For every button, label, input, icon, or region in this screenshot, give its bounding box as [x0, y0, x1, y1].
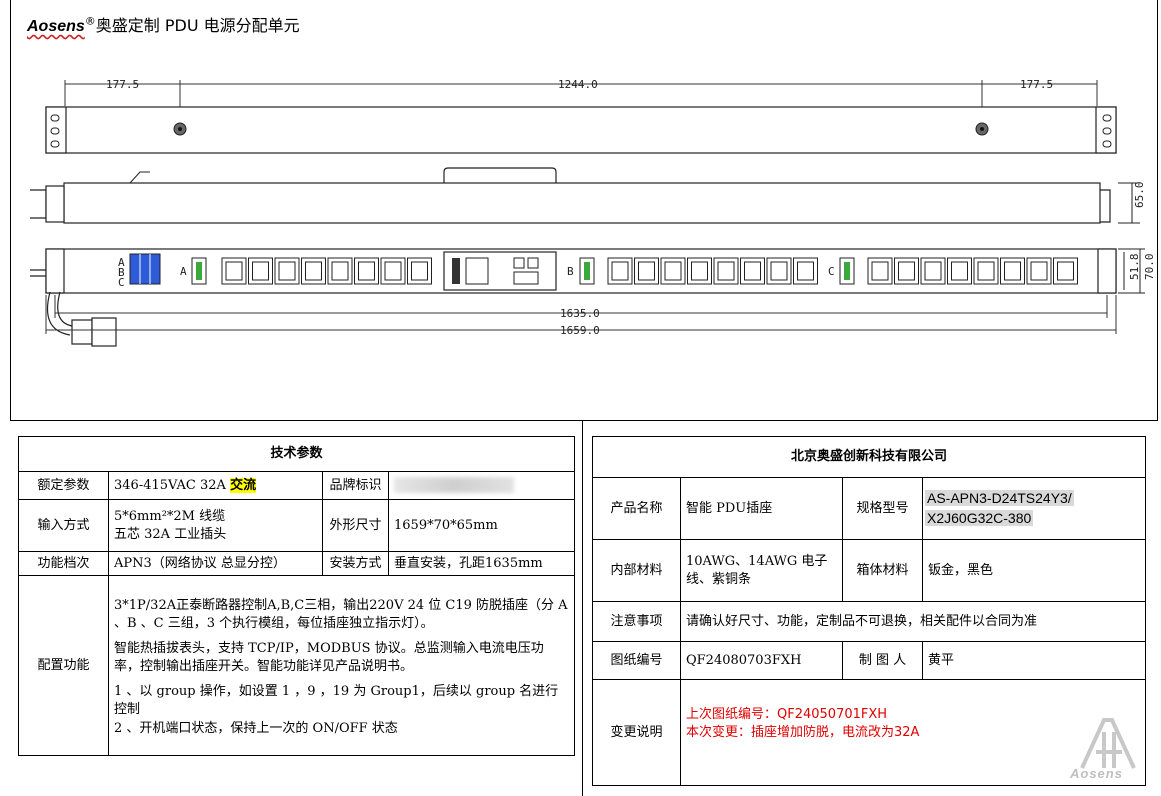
- technical-drawing: 177.5 1244.0 177.5 65.0 A B C A B C 51.8…: [30, 78, 1156, 347]
- model-line1: AS-APN3-D24TS24Y3/: [925, 489, 1074, 506]
- phase-label-c-top: C: [118, 276, 125, 289]
- input-label: 输入方式: [18, 499, 109, 552]
- input-line2: 五芯 32A 工业插头: [114, 526, 227, 542]
- company-title: 北京奥盛创新科技有限公司: [591, 436, 1147, 478]
- c19-outlets: [221, 257, 1078, 285]
- spec-title: 技术参数: [17, 436, 576, 472]
- case-value: 钣金，黑色: [921, 539, 1147, 602]
- maker-label: 制 图 人: [842, 641, 923, 680]
- spec-table: 技术参数 额定参数 346-415VAC 32A 交流 品牌标识 输入方式 5*…: [17, 436, 576, 756]
- product-value: 智能 PDU插座: [680, 477, 843, 540]
- company-table: 北京奥盛创新科技有限公司 产品名称 智能 PDU插座 规格型号 AS-APN3-…: [591, 436, 1147, 786]
- brand-label: 品牌标识: [322, 471, 389, 500]
- config-p1: 3*1P/32A正泰断路器控制A,B,C三相，输出220V 24 位 C19 防…: [114, 598, 568, 631]
- model-label: 规格型号: [842, 477, 923, 540]
- dim-width-a: 51.8: [1128, 254, 1141, 281]
- dim-total-length: 1659.0: [560, 324, 600, 337]
- config-p3: 1 、以 group 操作，如设置 1 ，9 ，19 为 Group1，后续以 …: [114, 684, 559, 717]
- dim-center-span: 1244.0: [558, 78, 598, 91]
- rated-ac: 交流: [230, 477, 257, 493]
- size-label: 外形尺寸: [322, 499, 389, 552]
- size-value: 1659*70*65mm: [387, 499, 576, 552]
- func-value: APN3（网络协议 总显分控）: [108, 551, 323, 576]
- config-p4: 2 、开机端口状态，保持上一次的 ON/OFF 状态: [114, 721, 398, 737]
- rated-value-text: 346-415VAC 32A: [114, 477, 231, 493]
- case-label: 箱体材料: [842, 539, 923, 602]
- dim-right-offset: 177.5: [1020, 78, 1053, 91]
- brand-value: [387, 471, 576, 500]
- phase-label-c: C: [828, 265, 835, 278]
- note-value: 请确认好尺寸、功能，定制品不可退换，相关配件以合同为准: [679, 601, 1147, 642]
- func-label: 功能档次: [18, 551, 109, 576]
- dim-width-b: 70.0: [1143, 254, 1156, 281]
- input-value: 5*6mm²*2M 线缆 五芯 32A 工业插头: [108, 499, 323, 552]
- install-label: 安装方式: [322, 551, 389, 576]
- logo-text: Aosens: [1070, 766, 1123, 781]
- material-value: 10AWG、14AWG 电子线、紫铜条: [680, 539, 843, 602]
- model-value: AS-APN3-D24TS24Y3/X2J60G32C-380: [921, 477, 1147, 540]
- dim-mount-length: 1635.0: [560, 307, 600, 320]
- dim-left-offset: 177.5: [106, 78, 139, 91]
- config-p2: 智能热插拔表头，支持 TCP/IP，MODBUS 协议。总监测输入电流电压功率，…: [114, 641, 544, 674]
- maker-value: 黄平: [921, 641, 1147, 680]
- input-line1: 5*6mm²*2M 线缆: [114, 508, 226, 524]
- drawing-label: 图纸编号: [592, 641, 681, 680]
- phase-label-b: B: [567, 265, 574, 278]
- product-label: 产品名称: [592, 477, 681, 540]
- divider-line: [582, 420, 583, 796]
- config-label: 配置功能: [18, 575, 109, 756]
- model-line2: X2J60G32C-380: [925, 509, 1034, 526]
- install-value: 垂直安装，孔距1635mm: [387, 551, 576, 576]
- config-value: 3*1P/32A正泰断路器控制A,B,C三相，输出220V 24 位 C19 防…: [107, 575, 576, 756]
- dim-depth: 65.0: [1133, 182, 1146, 209]
- change-label: 变更说明: [592, 679, 681, 786]
- note-label: 注意事项: [592, 601, 681, 642]
- rated-label: 额定参数: [18, 471, 109, 500]
- material-label: 内部材料: [592, 539, 681, 602]
- brand-blurred: [394, 477, 514, 494]
- drawing-value: QF24080703FXH: [680, 641, 843, 680]
- rated-value: 346-415VAC 32A 交流: [108, 471, 323, 500]
- phase-label-a: A: [180, 265, 187, 278]
